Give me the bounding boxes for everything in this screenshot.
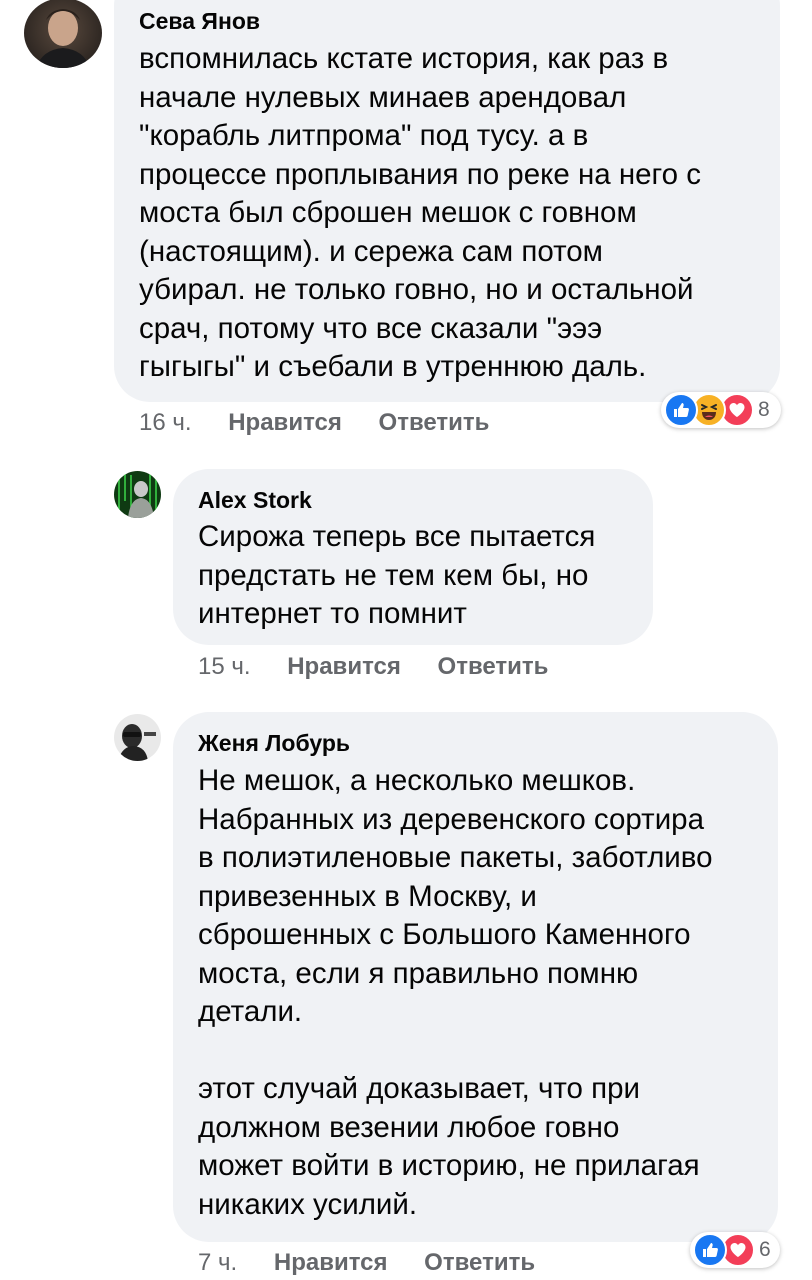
comment-1: Сева Янов вспомнилась кстате история, ка…: [0, 0, 812, 440]
comment-meta: 7 ч. Нравится Ответить: [198, 1249, 535, 1277]
comment-text: Не мешок, а несколько мешков. Набранных …: [198, 764, 713, 1221]
comment-text: вспомнилась кстате история, как раз в на…: [139, 42, 702, 383]
like-link[interactable]: Нравится: [228, 409, 342, 436]
avatar-photo-icon: [114, 471, 161, 518]
reply-link[interactable]: Ответить: [379, 409, 490, 436]
comment-time[interactable]: 16 ч.: [139, 409, 192, 436]
like-icon: [693, 1233, 727, 1267]
reaction-count: 8: [758, 398, 770, 421]
comment-author[interactable]: Сева Янов: [139, 8, 260, 35]
comment-author[interactable]: Alex Stork: [198, 487, 312, 514]
comment-meta: 16 ч. Нравится Ответить: [139, 409, 489, 437]
like-link[interactable]: Нравится: [287, 653, 401, 680]
comment-time[interactable]: 7 ч.: [198, 1249, 237, 1276]
avatar-photo-icon: [114, 714, 161, 761]
reactions-summary[interactable]: 8: [661, 392, 781, 428]
reactions-summary[interactable]: 6: [690, 1232, 780, 1268]
reply-link[interactable]: Ответить: [424, 1249, 535, 1276]
like-icon: [664, 393, 698, 427]
reply-link[interactable]: Ответить: [438, 653, 549, 680]
comment-text: Сирожа теперь все пытается предстать не …: [198, 520, 596, 630]
avatar[interactable]: [114, 471, 161, 518]
avatar[interactable]: [114, 714, 161, 761]
comment-2: Alex Stork Сирожа теперь все пытается пр…: [0, 460, 812, 700]
reaction-count: 6: [759, 1238, 771, 1261]
like-link[interactable]: Нравится: [274, 1249, 388, 1276]
comment-meta: 15 ч. Нравится Ответить: [198, 653, 548, 681]
avatar[interactable]: [24, 0, 102, 68]
comment-3: Женя Лобурь Не мешок, а несколько мешков…: [0, 700, 812, 1280]
avatar-photo-icon: [24, 0, 102, 68]
comment-author[interactable]: Женя Лобурь: [198, 730, 350, 757]
comment-time[interactable]: 15 ч.: [198, 653, 251, 680]
